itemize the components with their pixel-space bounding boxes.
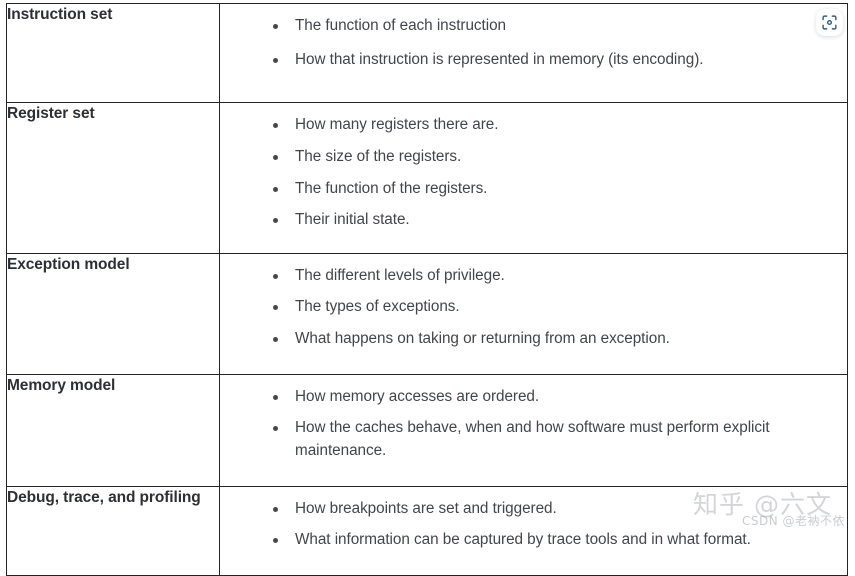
table-row: Debug, trace, and profiling How breakpoi… bbox=[6, 485, 848, 576]
table-cell-term: Memory model bbox=[6, 373, 220, 487]
table-cell-description: How memory accesses are ordered. How the… bbox=[219, 373, 848, 487]
table-cell-term: Exception model bbox=[6, 252, 220, 375]
table-row: Exception model The different levels of … bbox=[6, 252, 848, 375]
bullet-list: How breakpoints are set and triggered. W… bbox=[220, 498, 847, 552]
table-cell-description: How many registers there are. The size o… bbox=[219, 102, 848, 254]
list-item: What information can be captured by trac… bbox=[220, 529, 847, 552]
list-item: How the caches behave, when and how soft… bbox=[220, 417, 847, 462]
scan-focus-icon bbox=[821, 14, 838, 31]
list-item: Their initial state. bbox=[220, 209, 847, 232]
table-row: Instruction set The function of each ins… bbox=[6, 2, 848, 104]
scan-capture-button[interactable] bbox=[816, 9, 843, 36]
list-item: The size of the registers. bbox=[220, 146, 847, 169]
table-cell-description: The different levels of privilege. The t… bbox=[219, 252, 848, 375]
term-label: Exception model bbox=[7, 255, 130, 273]
table-cell-term: Instruction set bbox=[6, 2, 220, 104]
list-item: How breakpoints are set and triggered. bbox=[220, 498, 847, 521]
list-item: The types of exceptions. bbox=[220, 296, 847, 319]
list-item: How memory accesses are ordered. bbox=[220, 386, 847, 409]
table-cell-term: Register set bbox=[6, 102, 220, 254]
table-cell-description: The function of each instruction How tha… bbox=[219, 2, 848, 104]
table-cell-description: How breakpoints are set and triggered. W… bbox=[219, 485, 848, 576]
bullet-list: The function of each instruction How tha… bbox=[220, 15, 847, 71]
term-label: Memory model bbox=[7, 376, 116, 394]
list-item: How that instruction is represented in m… bbox=[220, 49, 847, 72]
list-item: The function of each instruction bbox=[220, 15, 847, 38]
list-item: What happens on taking or returning from… bbox=[220, 328, 847, 351]
bullet-list: How memory accesses are ordered. How the… bbox=[220, 386, 847, 463]
bullet-list: The different levels of privilege. The t… bbox=[220, 265, 847, 351]
term-label: Debug, trace, and profiling bbox=[7, 488, 201, 506]
page-root: Instruction set The function of each ins… bbox=[0, 0, 855, 576]
specification-table: Instruction set The function of each ins… bbox=[6, 2, 848, 576]
table-row: Register set How many registers there ar… bbox=[6, 102, 848, 254]
bullet-list: How many registers there are. The size o… bbox=[220, 114, 847, 232]
term-label: Instruction set bbox=[7, 6, 113, 23]
list-item: The function of the registers. bbox=[220, 178, 847, 201]
list-item: The different levels of privilege. bbox=[220, 265, 847, 288]
list-item: How many registers there are. bbox=[220, 114, 847, 137]
table-row: Memory model How memory accesses are ord… bbox=[6, 373, 848, 487]
table-cell-term: Debug, trace, and profiling bbox=[6, 485, 220, 576]
term-label: Register set bbox=[7, 105, 95, 123]
table-body: Instruction set The function of each ins… bbox=[6, 2, 848, 576]
